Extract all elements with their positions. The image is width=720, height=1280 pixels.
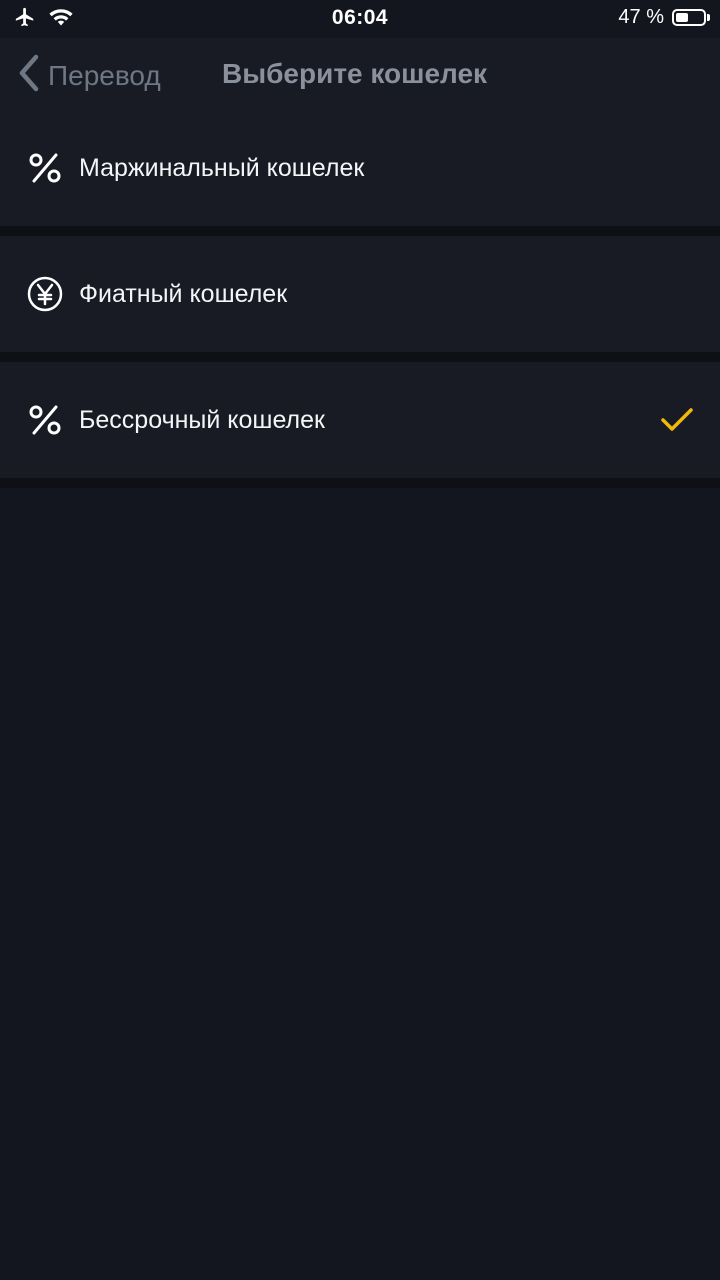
wallet-label: Маржинальный кошелек [79,153,365,182]
yen-circle-icon [27,276,63,312]
wallet-label: Бессрочный кошелек [79,405,325,434]
wallet-select-screen: 06:04 47 % Перевод Выберите кошелек Марж… [0,0,720,1280]
battery-fill [676,13,689,22]
battery-percent: 47 % [618,6,664,28]
back-label: Перевод [48,59,161,91]
divider [0,352,720,362]
status-bar: 06:04 47 % [0,0,720,38]
wallet-item-margin[interactable]: Маржинальный кошелек [0,110,720,226]
status-time: 06:04 [331,6,389,29]
percent-icon [27,402,63,438]
divider [0,478,720,488]
page-title: Выберите кошелек [222,58,488,89]
navigation-bar: Перевод Выберите кошелек [0,38,720,110]
chevron-left-icon [18,54,40,97]
wallet-list: Маржинальный кошелек Фиатный кошелек Бес… [0,110,720,488]
percent-icon [27,150,63,186]
checkmark-icon [660,407,694,433]
battery-icon [672,9,710,26]
wallet-item-fiat[interactable]: Фиатный кошелек [0,236,720,352]
wallet-label: Фиатный кошелек [79,279,288,308]
wallet-item-perpetual[interactable]: Бессрочный кошелек [0,362,720,478]
status-right: 47 % [618,6,710,29]
back-button[interactable]: Перевод [18,54,161,97]
divider [0,226,720,236]
